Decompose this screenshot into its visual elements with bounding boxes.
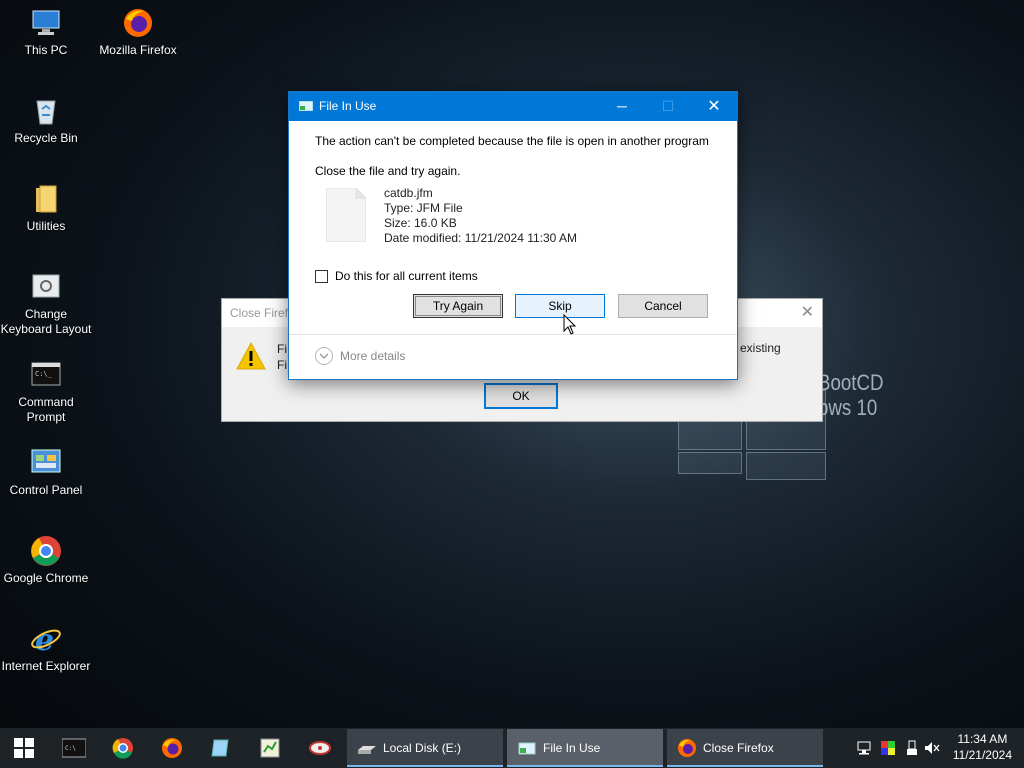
file-in-use-icon bbox=[517, 738, 537, 758]
start-button[interactable] bbox=[0, 728, 48, 768]
file-date-modified: Date modified: 11/21/2024 11:30 AM bbox=[384, 231, 578, 245]
desktop-icon-utilities[interactable]: Utilities bbox=[0, 183, 92, 234]
try-again-button[interactable]: Try Again bbox=[413, 294, 503, 318]
wallpaper-text-2: ows 10 bbox=[818, 395, 878, 420]
network-icon[interactable] bbox=[856, 740, 872, 756]
apply-all-option[interactable]: Do this for all current items bbox=[315, 269, 478, 283]
desktop-icon-this-pc[interactable]: This PC bbox=[0, 7, 92, 58]
wallpaper-text-1: BootCD bbox=[818, 370, 884, 395]
svg-text:C:\_: C:\_ bbox=[35, 370, 53, 378]
taskbar: C:\ Local Disk (E:) File In Use Close Fi… bbox=[0, 728, 1024, 768]
taskbar-item-label: File In Use bbox=[543, 741, 601, 755]
taskbar-pin-notepad[interactable] bbox=[197, 728, 245, 768]
desktop-icon-label: Recycle Bin bbox=[14, 131, 78, 145]
more-details-label[interactable]: More details bbox=[340, 349, 405, 363]
taskbar-pin-task-manager[interactable] bbox=[246, 728, 294, 768]
keyboard-icon bbox=[30, 271, 62, 303]
firefox-icon bbox=[162, 738, 182, 758]
taskbar-pin-tool[interactable] bbox=[296, 728, 344, 768]
usb-icon[interactable] bbox=[904, 740, 920, 756]
taskbar-pin-command-prompt[interactable]: C:\ bbox=[50, 728, 98, 768]
dialog-separator bbox=[289, 334, 737, 335]
file-in-use-icon bbox=[299, 101, 313, 111]
desktop-icon-label: Control Panel bbox=[9, 483, 83, 497]
skip-button[interactable]: Skip bbox=[515, 294, 605, 318]
close-icon[interactable]: ✕ bbox=[801, 299, 814, 327]
firefox-icon bbox=[122, 7, 154, 39]
desktop-icon-control-panel[interactable]: Control Panel bbox=[0, 447, 92, 498]
desktop-icon-internet-explorer[interactable]: e Internet Explorer bbox=[0, 623, 92, 674]
maximize-button: ☐ bbox=[661, 98, 675, 114]
speaker-muted-icon[interactable] bbox=[924, 740, 940, 756]
close-firefox-message: Fi Fi bbox=[277, 341, 287, 373]
windows-start-icon bbox=[14, 738, 34, 758]
drive-icon bbox=[357, 738, 377, 758]
cancel-button[interactable]: Cancel bbox=[618, 294, 708, 318]
taskbar-pin-chrome[interactable] bbox=[99, 728, 147, 768]
system-tray: 11:34 AM 11/21/2024 bbox=[844, 728, 1024, 768]
svg-text:e: e bbox=[35, 623, 54, 655]
desktop-icon-label: Change Keyboard Layout bbox=[0, 307, 92, 336]
this-pc-icon bbox=[30, 7, 62, 39]
warning-icon bbox=[236, 342, 266, 370]
taskbar-item-local-disk[interactable]: Local Disk (E:) bbox=[347, 729, 503, 767]
folder-icon bbox=[30, 183, 62, 215]
desktop-icon-command-prompt[interactable]: C:\_ Command Prompt bbox=[0, 359, 92, 425]
chrome-icon bbox=[112, 738, 133, 759]
ie-icon: e bbox=[30, 623, 62, 658]
mouse-cursor-icon bbox=[563, 314, 577, 335]
display-icon[interactable] bbox=[880, 740, 896, 756]
close-firefox-message-tail: existing bbox=[740, 341, 781, 355]
svg-text:C:\: C:\ bbox=[65, 745, 76, 752]
control-panel-icon bbox=[30, 447, 62, 479]
message-line: Fi bbox=[277, 358, 287, 372]
close-firefox-title: Close Firef bbox=[230, 306, 289, 320]
dialog-title: File In Use bbox=[319, 99, 377, 113]
chrome-icon bbox=[30, 535, 62, 567]
dialog-titlebar[interactable]: File In Use ─ ☐ ✕ bbox=[289, 92, 737, 121]
disk-tool-icon bbox=[309, 741, 331, 755]
recycle-bin-icon bbox=[30, 95, 62, 127]
taskbar-item-file-in-use[interactable]: File In Use bbox=[507, 729, 663, 767]
desktop-icon-recycle-bin[interactable]: Recycle Bin bbox=[0, 95, 92, 146]
close-button[interactable]: ✕ bbox=[691, 92, 737, 121]
command-prompt-icon: C:\ bbox=[62, 738, 86, 758]
file-name: catdb.jfm bbox=[384, 186, 433, 200]
taskbar-clock[interactable]: 11:34 AM 11/21/2024 bbox=[953, 731, 1012, 763]
desktop-icon-label: Mozilla Firefox bbox=[99, 43, 177, 57]
desktop-icon-google-chrome[interactable]: Google Chrome bbox=[0, 535, 92, 586]
file-type: Type: JFM File bbox=[384, 201, 463, 215]
desktop-icon-label: Utilities bbox=[26, 219, 66, 233]
file-size: Size: 16.0 KB bbox=[384, 216, 457, 230]
file-in-use-dialog[interactable]: File In Use ─ ☐ ✕ The action can't be co… bbox=[288, 91, 738, 380]
firefox-icon bbox=[677, 738, 697, 758]
taskbar-item-label: Close Firefox bbox=[703, 741, 774, 755]
instruction-text: Close the file and try again. bbox=[315, 164, 461, 178]
minimize-button[interactable]: ─ bbox=[599, 92, 645, 121]
chevron-down-icon[interactable] bbox=[315, 347, 333, 365]
apply-all-checkbox[interactable] bbox=[315, 269, 328, 283]
file-icon bbox=[326, 188, 366, 242]
desktop-icon-change-keyboard-layout[interactable]: Change Keyboard Layout bbox=[0, 271, 92, 337]
chart-app-icon bbox=[260, 738, 280, 758]
desktop-icon-firefox[interactable]: Mozilla Firefox bbox=[92, 7, 184, 58]
clock-date: 11/21/2024 bbox=[952, 748, 1012, 762]
taskbar-item-label: Local Disk (E:) bbox=[383, 741, 462, 755]
file-info: catdb.jfm Type: JFM File Size: 16.0 KB D… bbox=[384, 186, 577, 246]
desktop-icon-label: This PC bbox=[24, 43, 68, 57]
error-message: The action can't be completed because th… bbox=[315, 134, 709, 148]
ok-button[interactable]: OK bbox=[484, 383, 558, 409]
command-prompt-icon: C:\_ bbox=[30, 359, 62, 391]
notepad-icon bbox=[211, 739, 229, 757]
desktop-icon-label: Google Chrome bbox=[3, 571, 89, 585]
taskbar-item-close-firefox[interactable]: Close Firefox bbox=[667, 729, 823, 767]
clock-time: 11:34 AM bbox=[957, 732, 1008, 746]
message-line: Fi bbox=[277, 342, 287, 356]
desktop-icon-label: Command Prompt bbox=[18, 395, 74, 424]
more-details-toggle[interactable]: More details bbox=[315, 347, 405, 365]
taskbar-pin-firefox[interactable] bbox=[148, 728, 196, 768]
apply-all-label[interactable]: Do this for all current items bbox=[335, 269, 478, 283]
desktop-icon-label: Internet Explorer bbox=[1, 659, 91, 673]
